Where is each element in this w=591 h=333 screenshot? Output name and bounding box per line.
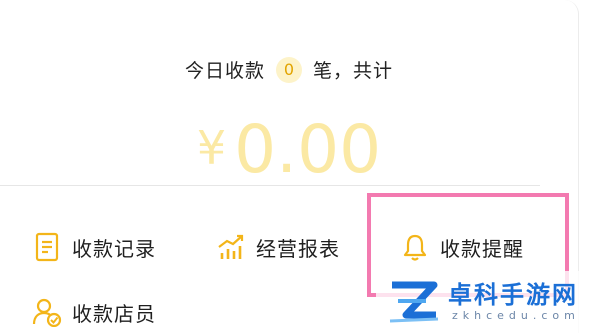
menu-item-cashier-staff[interactable]: 收款店员 [32,294,156,330]
menu-item-label: 经营报表 [256,236,340,261]
bell-icon [400,232,430,262]
payment-count-badge: 0 [276,56,302,83]
site-watermark: 卓科手游网 zkhcedu.com [376,271,591,333]
menu-item-business-report[interactable]: 经营报表 [216,229,340,265]
summary-prefix: 今日收款 [184,60,265,82]
menu-item-payment-reminder[interactable]: 收款提醒 [400,229,524,265]
watermark-title: 卓科手游网 [448,281,578,309]
menu-item-label: 收款记录 [72,236,156,261]
today-summary: 今日收款 0 笔，共计 [0,56,578,83]
bar-chart-icon [216,232,246,262]
document-icon [32,232,62,262]
summary-suffix: 笔，共计 [313,60,394,82]
currency-symbol: ¥ [196,121,227,175]
watermark-url: zkhcedu.com [452,309,580,322]
staff-icon [32,297,62,328]
divider [0,185,540,186]
amount-value: 0.00 [234,111,382,188]
menu-item-label: 收款店员 [72,301,156,326]
watermark-logo-icon [386,277,442,327]
menu-item-label: 收款提醒 [440,236,524,261]
menu-item-payment-records[interactable]: 收款记录 [32,229,156,265]
total-amount: ¥0.00 [0,103,578,195]
